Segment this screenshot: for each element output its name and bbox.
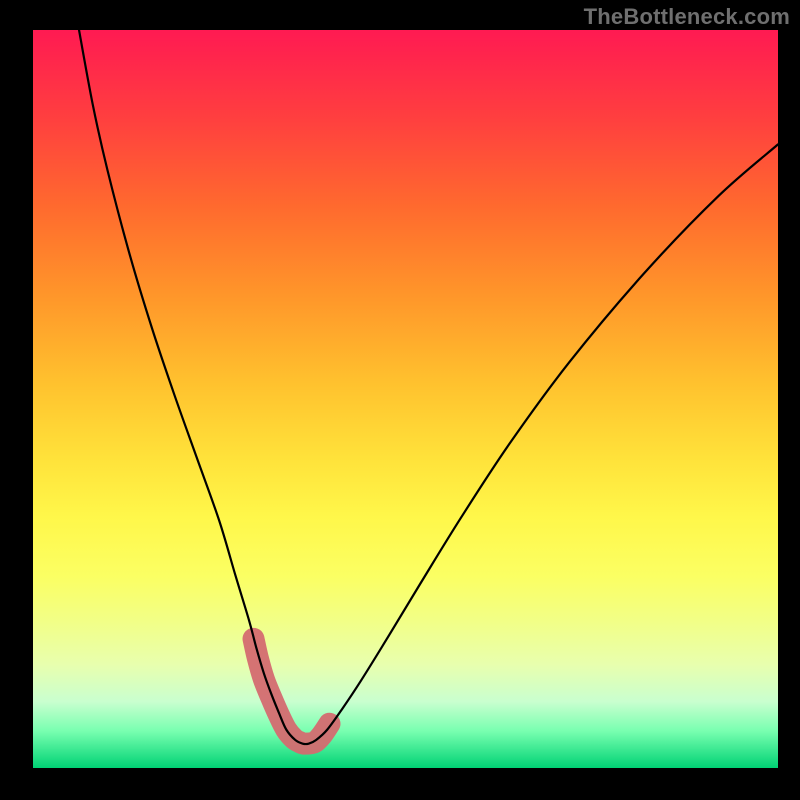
plot-svg <box>33 30 778 768</box>
chart-frame: TheBottleneck.com <box>0 0 800 800</box>
trough-highlight-line <box>254 639 330 744</box>
watermark-text: TheBottleneck.com <box>584 4 790 30</box>
bottleneck-curve-line <box>78 30 778 744</box>
plot-area <box>33 30 778 768</box>
